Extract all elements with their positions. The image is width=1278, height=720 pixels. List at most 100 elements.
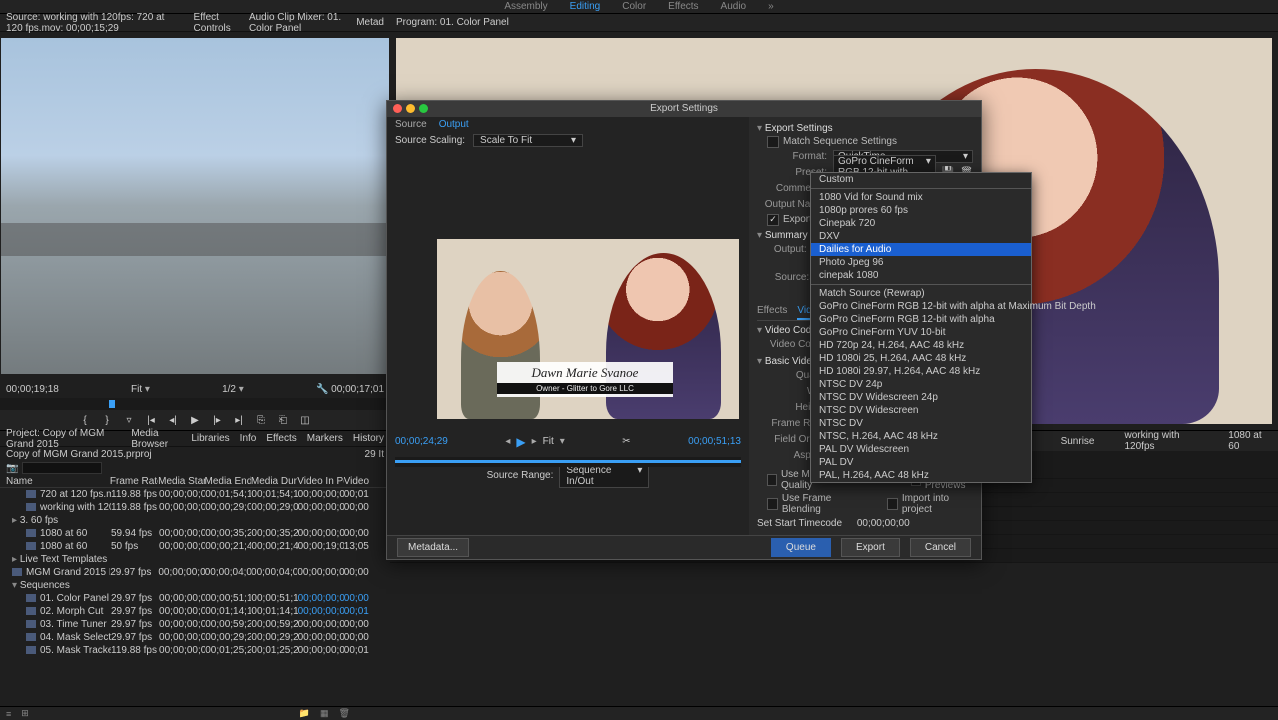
cancel-button[interactable]: Cancel	[910, 538, 971, 557]
preset-option[interactable]: NTSC DV 24p	[811, 378, 1031, 391]
export-slider[interactable]	[395, 457, 741, 467]
preset-option[interactable]: NTSC, H.264, AAC 48 kHz	[811, 430, 1031, 443]
table-row[interactable]: 04. Mask Selections29.97 fps00;00;00;000…	[0, 631, 390, 644]
export-button[interactable]: Export	[841, 538, 900, 557]
queue-button[interactable]: Queue	[771, 538, 831, 557]
marker-sunrise[interactable]: Sunrise	[1061, 436, 1095, 447]
source-ruler[interactable]	[0, 398, 390, 410]
preset-option[interactable]: PAL DV	[811, 456, 1031, 469]
marker-1080[interactable]: 1080 at 60	[1228, 430, 1268, 452]
export-tc-in[interactable]: 00;00;24;29	[395, 436, 448, 447]
table-row[interactable]: Sequences	[0, 579, 390, 592]
table-row[interactable]: working with 120f119.88 fps00;00;00;0000…	[0, 501, 390, 514]
sect-export-settings[interactable]: Export Settings	[757, 123, 973, 134]
tab-source[interactable]: Source	[395, 119, 427, 130]
tab-libraries[interactable]: Libraries	[191, 433, 229, 444]
source-tab-fx[interactable]: Effect Controls	[194, 12, 235, 34]
source-tc-right[interactable]: 🔧 00;00;17;01	[316, 384, 384, 395]
marker-icon[interactable]: ▿	[123, 414, 135, 426]
preset-option[interactable]: 1080p prores 60 fps	[811, 204, 1031, 217]
preset-dropdown[interactable]: Custom 1080 Vid for Sound mix1080p prores…	[810, 172, 1032, 483]
preset-option[interactable]: HD 1080i 29.97, H.264, AAC 48 kHz	[811, 365, 1031, 378]
goto-in-icon[interactable]: |◂	[145, 414, 157, 426]
ws-editing[interactable]: Editing	[570, 1, 601, 12]
marker-120fps[interactable]: working with 120fps	[1124, 430, 1198, 452]
preset-option[interactable]: GoPro CineForm RGB 12-bit with alpha at …	[811, 300, 1031, 313]
ws-assembly[interactable]: Assembly	[504, 1, 547, 12]
chk-frame-blend[interactable]: Use Frame Blending	[767, 493, 863, 515]
source-tab-audiomixer[interactable]: Audio Clip Mixer: 01. Color Panel	[249, 12, 342, 34]
preset-option[interactable]: Photo Jpeg 96	[811, 256, 1031, 269]
table-row[interactable]: 3. 60 fps	[0, 514, 390, 527]
preset-option[interactable]: 1080 Vid for Sound mix	[811, 191, 1031, 204]
source-tab-metadata[interactable]: Metad	[356, 17, 384, 28]
preset-option[interactable]: GoPro CineForm YUV 10-bit	[811, 326, 1031, 339]
source-fit[interactable]: Fit	[131, 384, 142, 395]
set-tc-value[interactable]: 00;00;00;00	[857, 518, 910, 529]
ws-effects[interactable]: Effects	[668, 1, 698, 12]
step-back-icon[interactable]: ◂|	[167, 414, 179, 426]
goto-out-icon[interactable]: ▸|	[233, 414, 245, 426]
table-row[interactable]: 1080 at 6050 fps00;00;00;0000;00;21;4700…	[0, 540, 390, 553]
tab-effects[interactable]: Effects	[266, 433, 296, 444]
export-preview[interactable]: Dawn Marie Svanoe Owner - Glitter to Gor…	[437, 239, 739, 419]
preset-option[interactable]: NTSC DV Widescreen	[811, 404, 1031, 417]
preset-option[interactable]: HD 720p 24, H.264, AAC 48 kHz	[811, 339, 1031, 352]
mark-out-icon[interactable]: }	[101, 414, 113, 426]
mark-in-icon[interactable]: {	[79, 414, 91, 426]
program-tab[interactable]: Program: 01. Color Panel	[396, 17, 509, 28]
table-row[interactable]: 03. Time Tuner29.97 fps00;00;00;0000;00;…	[0, 618, 390, 631]
preset-option[interactable]: NTSC DV Widescreen 24p	[811, 391, 1031, 404]
preset-option[interactable]: DXV	[811, 230, 1031, 243]
project-search[interactable]	[22, 462, 102, 474]
bin-icon[interactable]: 📷	[6, 463, 18, 474]
source-tab-clip[interactable]: Source: working with 120fps: 720 at 120 …	[6, 12, 180, 34]
new-bin-icon[interactable]: 📁	[299, 708, 310, 719]
tab-info[interactable]: Info	[240, 433, 257, 444]
ws-audio[interactable]: Audio	[721, 1, 747, 12]
preset-option[interactable]: Custom	[811, 173, 1031, 186]
table-row[interactable]: 720 at 120 fps.m119.88 fps00;00;00;0000;…	[0, 488, 390, 501]
tab-fx[interactable]: Effects	[757, 303, 787, 320]
table-row[interactable]: MGM Grand 2015 Linked29.97 fps00;00;00;0…	[0, 566, 390, 579]
chk-match-sequence[interactable]: Match Sequence Settings	[767, 136, 973, 148]
tab-history[interactable]: History	[353, 433, 384, 444]
table-row[interactable]: 02. Morph Cut29.97 fps00;00;00;0000;01;1…	[0, 605, 390, 618]
preset-option[interactable]: HD 1080i 25, H.264, AAC 48 kHz	[811, 352, 1031, 365]
srcrange-select[interactable]: Sequence In/Out▾	[559, 464, 649, 488]
table-row[interactable]: 05. Mask Tracker119.88 fps00;00;00;0000;…	[0, 644, 390, 657]
preset-option[interactable]: GoPro CineForm RGB 12-bit with alpha	[811, 313, 1031, 326]
export-play-icon[interactable]: ▶	[516, 435, 525, 449]
insert-icon[interactable]: ⎘	[255, 414, 267, 426]
trash-icon[interactable]: 🗑	[339, 708, 350, 719]
export-frame-icon[interactable]: ◫	[299, 414, 311, 426]
overwrite-icon[interactable]: ⎗	[277, 414, 289, 426]
ws-color[interactable]: Color	[622, 1, 646, 12]
tab-markers[interactable]: Markers	[307, 433, 343, 444]
new-item-icon[interactable]: ▦	[320, 708, 329, 719]
table-row[interactable]: Live Text Templates	[0, 553, 390, 566]
step-fwd-icon[interactable]: |▸	[211, 414, 223, 426]
table-row[interactable]: 1080 at 6059.94 fps00;00;00;0000;00;35;2…	[0, 527, 390, 540]
preset-option[interactable]: PAL, H.264, AAC 48 kHz	[811, 469, 1031, 482]
preset-option[interactable]: NTSC DV	[811, 417, 1031, 430]
tab-output[interactable]: Output	[439, 119, 469, 130]
crop-icon[interactable]: ✂	[622, 436, 630, 447]
chk-import-proj[interactable]: Import into project	[887, 493, 973, 515]
icon-view-icon[interactable]: ⊞	[21, 708, 29, 719]
preset-option[interactable]: cinepak 1080	[811, 269, 1031, 282]
export-fit[interactable]: Fit	[543, 436, 554, 447]
export-tc-out[interactable]: 00;00;51;13	[688, 436, 741, 447]
source-monitor[interactable]	[1, 38, 389, 374]
preset-option[interactable]: Dailies for Audio	[811, 243, 1031, 256]
metadata-button[interactable]: Metadata...	[397, 538, 469, 557]
preset-option[interactable]: Match Source (Rewrap)	[811, 287, 1031, 300]
table-row[interactable]: 01. Color Panel29.97 fps00;00;00;0000;00…	[0, 592, 390, 605]
preset-option[interactable]: PAL DV Widescreen	[811, 443, 1031, 456]
play-icon[interactable]: ▶	[189, 414, 201, 426]
list-view-icon[interactable]: ≡	[6, 709, 11, 719]
scaling-select[interactable]: Scale To Fit▾	[473, 134, 583, 147]
source-tc-left[interactable]: 00;00;19;18	[6, 384, 59, 395]
preset-option[interactable]: Cinepak 720	[811, 217, 1031, 230]
ws-more-icon[interactable]: »	[768, 1, 774, 12]
